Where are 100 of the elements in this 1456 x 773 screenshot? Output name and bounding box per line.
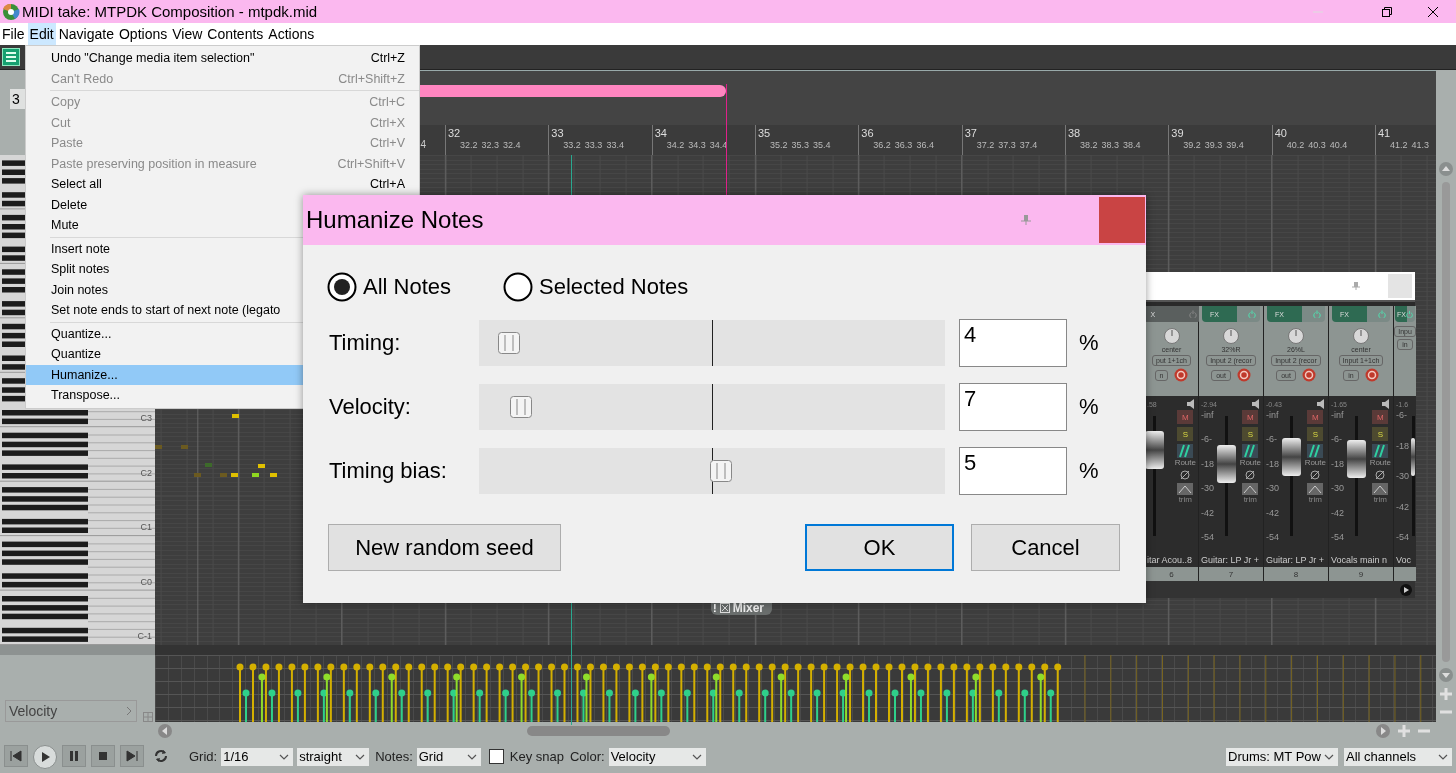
play-button[interactable] — [33, 744, 57, 769]
key-snap-checkbox[interactable] — [488, 749, 504, 764]
close-box-icon[interactable] — [719, 603, 730, 613]
trim-button[interactable]: trim — [1177, 483, 1194, 504]
menu-bar-item[interactable]: Options — [116, 23, 170, 45]
list-icon[interactable] — [2, 48, 20, 66]
play-circle-icon[interactable] — [1400, 583, 1412, 596]
radio-button[interactable]: Selected Notes — [503, 272, 689, 302]
scale-label: -42 — [1201, 507, 1215, 518]
solo-button[interactable]: S — [1242, 427, 1259, 441]
sharp-key[interactable] — [2, 441, 88, 448]
sharp-key[interactable] — [2, 418, 88, 425]
skip-forward-icon — [124, 747, 140, 764]
value-field[interactable]: 4 — [959, 319, 1067, 367]
record-arm-icon[interactable] — [1174, 368, 1189, 382]
slider-thumb[interactable] — [710, 460, 733, 482]
sharp-key[interactable] — [2, 613, 88, 620]
dialog-button[interactable]: OK — [805, 524, 954, 571]
track-dropdown[interactable]: Drums: MT Pow — [1226, 747, 1338, 766]
route-button[interactable]: Route — [1174, 444, 1196, 467]
record-arm-icon[interactable] — [1236, 368, 1251, 382]
slider-thumb[interactable] — [509, 396, 532, 418]
fader-handle[interactable] — [1217, 445, 1236, 483]
swing-dropdown[interactable]: straight — [297, 747, 370, 766]
pan-knob[interactable] — [1288, 328, 1304, 344]
sharp-key[interactable] — [2, 410, 88, 416]
radio-circle[interactable] — [503, 272, 534, 302]
sharp-key[interactable] — [2, 432, 88, 439]
record-arm-icon[interactable] — [1301, 368, 1316, 382]
sharp-key[interactable] — [2, 596, 88, 602]
pan-knob[interactable] — [1353, 328, 1369, 344]
sharp-key[interactable] — [2, 473, 88, 479]
fader-handle[interactable] — [1411, 437, 1415, 476]
pause-button[interactable] — [62, 744, 86, 767]
route-button[interactable]: Route — [1304, 444, 1326, 467]
trim-button[interactable]: trim — [1242, 483, 1259, 504]
route-button[interactable]: Route — [1239, 444, 1261, 467]
slider-track[interactable] — [479, 448, 945, 494]
solo-button[interactable]: S — [1372, 427, 1389, 441]
scale-label: -54 — [1201, 531, 1215, 542]
slider-track[interactable] — [479, 320, 945, 366]
sharp-key[interactable] — [2, 527, 88, 533]
phase-icon[interactable] — [1245, 470, 1256, 480]
menu-bar-item[interactable]: Contents — [205, 23, 266, 45]
menu-bar-item[interactable]: Navigate — [56, 23, 116, 45]
grid-label: Grid: — [189, 749, 218, 764]
menu-bar-item[interactable]: File — [0, 23, 27, 45]
slider-thumb[interactable] — [498, 332, 521, 354]
sharp-key[interactable] — [2, 504, 88, 511]
trim-button[interactable]: trim — [1307, 483, 1324, 504]
grid-size-dropdown[interactable]: 1/16 — [221, 747, 294, 766]
scroll-down-icon[interactable] — [1439, 668, 1453, 682]
stop-button[interactable] — [91, 744, 115, 767]
phase-icon[interactable] — [1180, 470, 1191, 480]
skip-back-button[interactable] — [4, 744, 28, 767]
radio-circle[interactable] — [327, 272, 357, 302]
dialog-button[interactable]: New random seed — [328, 524, 561, 571]
scale-label: -inf — [1266, 410, 1280, 420]
fader-handle[interactable] — [1347, 440, 1366, 479]
sharp-key[interactable] — [2, 581, 88, 588]
radio-button[interactable]: All Notes — [327, 272, 452, 302]
scroll-up-icon[interactable] — [1439, 162, 1453, 176]
trim-icon — [1177, 483, 1194, 495]
fader-handle[interactable] — [1282, 437, 1301, 476]
pin-icon[interactable] — [1352, 282, 1360, 290]
sharp-key[interactable] — [2, 550, 88, 557]
scale-label: -inf — [1201, 410, 1215, 420]
route-button[interactable]: Route — [1369, 444, 1391, 467]
beat-label: 41.2 — [1389, 140, 1408, 150]
trim-button[interactable]: trim — [1372, 483, 1389, 504]
lane-dropdown[interactable]: Velocity — [5, 700, 137, 722]
menu-bar-item[interactable]: View — [170, 23, 205, 45]
loop-icon — [153, 747, 169, 764]
dialog-button[interactable]: Cancel — [971, 524, 1120, 571]
record-arm-icon[interactable] — [1364, 368, 1379, 382]
menu-bar-item[interactable]: Edit — [27, 23, 56, 45]
slider-track[interactable] — [479, 384, 945, 430]
value-field[interactable]: 5 — [959, 447, 1067, 495]
sharp-key[interactable] — [2, 518, 88, 525]
color-mode-dropdown[interactable]: Velocity — [608, 747, 706, 766]
phase-icon[interactable] — [1375, 470, 1386, 480]
sharp-key[interactable] — [2, 627, 88, 634]
value-field[interactable]: 7 — [959, 383, 1067, 431]
menu-bar-item[interactable]: Actions — [266, 23, 317, 45]
solo-button[interactable]: S — [1307, 427, 1324, 441]
scale-label: -18 — [1396, 440, 1410, 451]
pan-knob[interactable] — [1223, 328, 1239, 344]
position-field[interactable]: 3 — [10, 89, 25, 109]
menu-item[interactable]: Select all Ctrl+A — [26, 174, 419, 195]
solo-button[interactable]: S — [1177, 427, 1194, 441]
channel-dropdown[interactable]: All channels — [1344, 747, 1452, 766]
skip-forward-button[interactable] — [120, 744, 144, 767]
scroll-left-icon[interactable] — [158, 724, 172, 738]
scrollbar-thumb[interactable] — [527, 726, 670, 736]
track-name: Vocals main n — [1331, 555, 1389, 567]
pan-knob[interactable] — [1163, 328, 1180, 344]
phase-icon[interactable] — [1310, 470, 1321, 480]
note-snap-dropdown[interactable]: Grid — [416, 747, 481, 766]
beat-label: 41.3 — [1411, 140, 1429, 150]
sharp-key[interactable] — [2, 541, 88, 548]
